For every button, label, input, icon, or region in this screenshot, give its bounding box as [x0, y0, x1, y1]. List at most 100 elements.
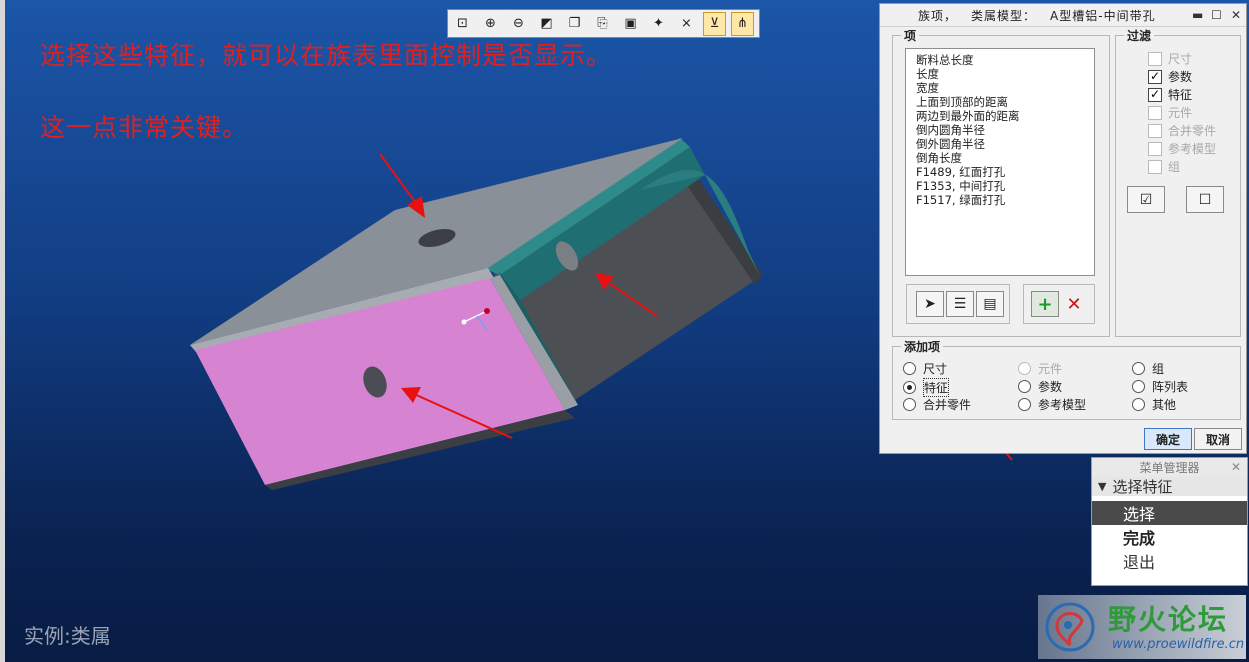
zoom-out-icon[interactable]: ⊖	[507, 12, 530, 36]
items-listbox[interactable]: 断料总长度 长度 宽度 上面到顶部的距离 两边到最外面的距离 倒内圆角半径 倒外…	[905, 48, 1095, 276]
family-items-dialog: 族项， 类属模型： A型槽铝-中间带孔 ▬ ☐ ✕ 项 断料总长度 长度 宽度 …	[879, 3, 1247, 454]
radio-label: 其他	[1152, 398, 1177, 412]
close-icon[interactable]: ✕	[1231, 8, 1241, 22]
maximize-icon[interactable]: ☐	[1211, 8, 1222, 22]
select-list-icon[interactable]: ☰	[946, 291, 974, 317]
list-item[interactable]: 长度	[916, 67, 1084, 81]
radio-circle	[903, 381, 916, 394]
zoom-in-icon[interactable]: ⊕	[479, 12, 502, 36]
dialog-title-model: A型槽铝-中间带孔	[1050, 8, 1156, 23]
list-item[interactable]: F1489, 红面打孔	[916, 165, 1084, 179]
checkbox-box	[1148, 141, 1162, 156]
radio-label: 尺寸	[923, 362, 948, 376]
checkbox-label: 元件	[1168, 106, 1193, 120]
checkbox-box	[1148, 105, 1162, 120]
list-item[interactable]: 断料总长度	[916, 53, 1084, 67]
add-other-radio[interactable]: 其他	[1132, 396, 1176, 413]
check-icon: ✓	[1148, 86, 1162, 102]
saved-views-icon[interactable]: ⎘	[591, 12, 614, 36]
list-item[interactable]: F1517, 绿面打孔	[916, 193, 1084, 207]
radio-circle	[903, 398, 916, 411]
triad-origin	[461, 319, 467, 325]
forum-name: 野火论坛	[1108, 603, 1229, 636]
items-group-label: 项	[901, 27, 920, 44]
menu-item-quit[interactable]: 退出	[1092, 549, 1247, 573]
filter-component-checkbox[interactable]: 元件	[1148, 104, 1192, 121]
radio-label: 参考模型	[1038, 398, 1087, 412]
menu-manager-title: 菜单管理器	[1139, 461, 1200, 475]
view-toolbar: ⊡ ⊕ ⊖ ◩ ❐ ⎘ ▣ ✦ ⨯ ⊻ ⋔	[447, 9, 760, 38]
filter-merge-part-checkbox[interactable]: 合并零件	[1148, 122, 1216, 139]
filter-group-checkbox[interactable]: 组	[1148, 158, 1180, 175]
filter-reference-model-checkbox[interactable]: 参考模型	[1148, 140, 1216, 157]
add-item-icon[interactable]: +	[1031, 291, 1059, 317]
filter-feature-checkbox[interactable]: ✓ 特征	[1148, 86, 1192, 103]
forum-watermark: 野火论坛 www.proewildfire.cn	[1038, 595, 1246, 659]
checkbox-box	[1148, 123, 1162, 138]
add-component-radio[interactable]: 元件	[1018, 360, 1062, 377]
radio-label: 参数	[1038, 380, 1063, 394]
collapse-triangle-icon: ▼	[1098, 480, 1107, 493]
list-item[interactable]: 倒内圆角半径	[916, 123, 1084, 137]
add-merge-part-radio[interactable]: 合并零件	[903, 396, 971, 413]
list-item[interactable]: F1353, 中间打孔	[916, 179, 1084, 193]
radio-circle	[1132, 362, 1145, 375]
checkbox-label: 尺寸	[1168, 52, 1193, 66]
menu-header[interactable]: ▼ 选择特征	[1092, 477, 1247, 496]
add-group-radio[interactable]: 组	[1132, 360, 1164, 377]
uncheck-all-icon[interactable]: ☐	[1186, 186, 1224, 213]
list-item[interactable]: 上面到顶部的距离	[916, 95, 1084, 109]
ok-button[interactable]: 确定	[1144, 428, 1192, 450]
datum-axes-icon[interactable]: ⊻	[703, 11, 726, 36]
radio-circle	[903, 362, 916, 375]
radio-label: 组	[1152, 362, 1165, 376]
radio-circle	[1132, 398, 1145, 411]
add-pattern-table-radio[interactable]: 阵列表	[1132, 378, 1188, 395]
add-parameter-radio[interactable]: 参数	[1018, 378, 1062, 395]
filter-parameter-checkbox[interactable]: ✓ 参数	[1148, 68, 1192, 85]
cancel-button[interactable]: 取消	[1194, 428, 1242, 450]
list-item[interactable]: 两边到最外面的距离	[916, 109, 1084, 123]
radio-label: 特征	[923, 378, 950, 397]
checkbox-label: 参考模型	[1168, 142, 1217, 156]
datum-points-icon[interactable]: ⋔	[731, 11, 754, 36]
list-item[interactable]: 倒外圆角半径	[916, 137, 1084, 151]
arrow-top-line	[379, 153, 419, 207]
menu-item-select[interactable]: 选择	[1092, 501, 1247, 525]
checkbox-label: 参数	[1168, 70, 1193, 84]
radio-circle	[1132, 380, 1145, 393]
check-all-icon[interactable]: ☑	[1127, 186, 1165, 213]
filter-group-label: 过滤	[1124, 27, 1155, 44]
menu-item-done[interactable]: 完成	[1092, 525, 1247, 549]
add-feature-radio[interactable]: 特征	[903, 378, 950, 397]
forum-logo-icon	[1045, 602, 1095, 652]
radio-circle	[1018, 362, 1031, 375]
checkbox-box	[1148, 159, 1162, 174]
datum-planes-icon[interactable]: ⨯	[675, 12, 698, 36]
radio-label: 元件	[1038, 362, 1063, 376]
list-item[interactable]: 宽度	[916, 81, 1084, 95]
minimize-icon[interactable]: ▬	[1192, 8, 1203, 22]
remove-item-icon[interactable]: ✕	[1060, 291, 1088, 317]
add-reference-model-radio[interactable]: 参考模型	[1018, 396, 1086, 413]
orientation-icon[interactable]: ❐	[563, 12, 586, 36]
select-all-icon[interactable]: ▤	[976, 291, 1004, 317]
layers-icon[interactable]: ▣	[619, 12, 642, 36]
add-dimension-radio[interactable]: 尺寸	[903, 360, 947, 377]
filter-dimension-checkbox[interactable]: 尺寸	[1148, 50, 1192, 67]
zoom-fit-icon[interactable]: ⊡	[451, 12, 474, 36]
dialog-title-main: 族项，	[918, 8, 958, 23]
select-arrow-icon[interactable]: ➤	[916, 291, 944, 317]
triad-point	[484, 308, 490, 314]
radio-label: 阵列表	[1152, 380, 1189, 394]
menu-manager-title-bar: 菜单管理器 ✕	[1092, 458, 1247, 477]
spin-center-icon[interactable]: ✦	[647, 12, 670, 36]
checkbox-label: 合并零件	[1168, 124, 1217, 138]
menu-header-label: 选择特征	[1112, 478, 1173, 496]
add-item-group-label: 添加项	[901, 338, 944, 355]
repaint-icon[interactable]: ◩	[535, 12, 558, 36]
checkbox-box	[1148, 51, 1162, 66]
menu-manager: 菜单管理器 ✕ ▼ 选择特征 选择 完成 退出	[1091, 457, 1248, 586]
close-icon[interactable]: ✕	[1231, 460, 1241, 474]
list-item[interactable]: 倒角长度	[916, 151, 1084, 165]
